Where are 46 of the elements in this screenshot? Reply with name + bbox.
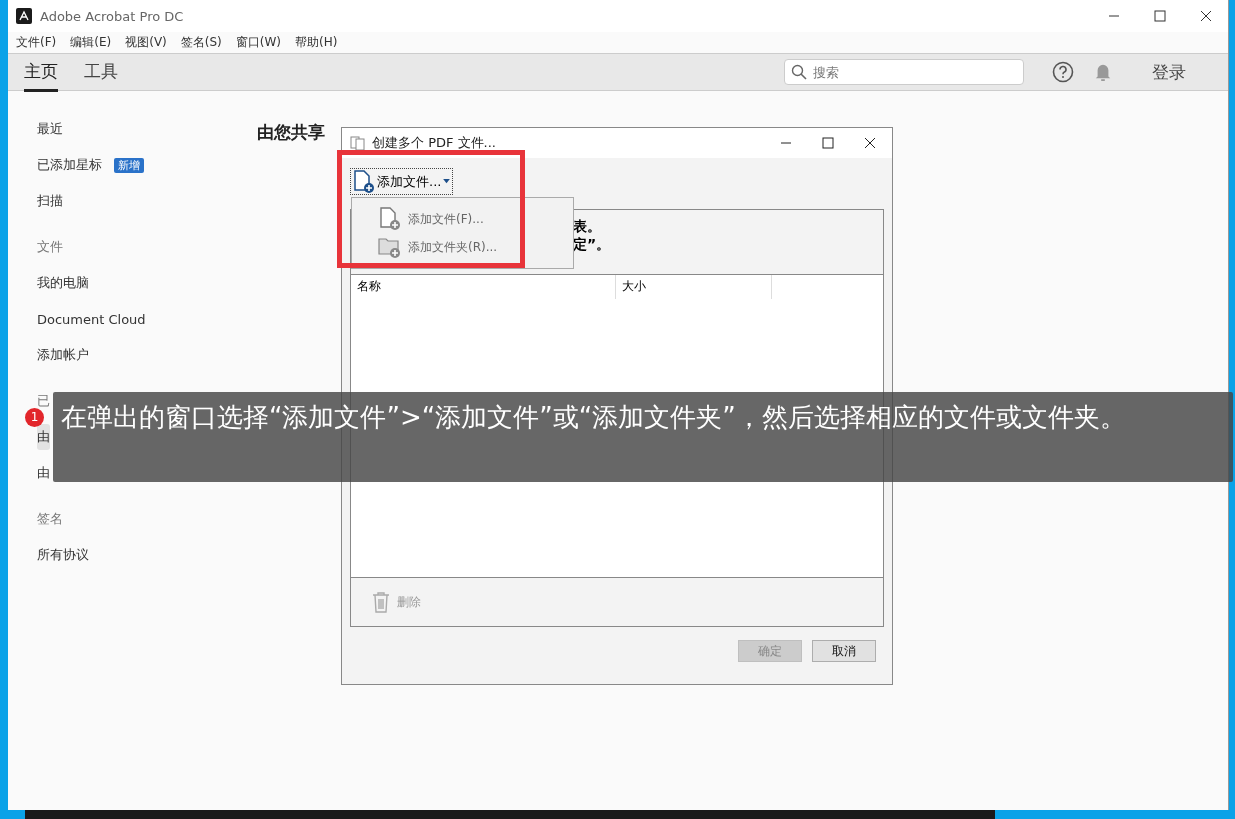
caret-icon [443,179,451,184]
sidebar-item[interactable]: Document Cloud [37,306,146,332]
dialog-button[interactable]: 取消 [812,640,876,662]
sidebar-item[interactable]: 扫描 [37,188,63,214]
sidebar-item[interactable]: 我的电脑 [37,270,89,296]
menu-item[interactable]: 添加文件夹(R)... [352,235,573,259]
close-icon[interactable] [1200,10,1212,22]
instruction-text: 定”。 [573,236,612,254]
menu-item[interactable]: 视图(V) [125,34,167,51]
menu-item[interactable]: 编辑(E) [70,34,112,51]
sidebar-section: 签名 [37,506,63,532]
sidebar-item[interactable]: 由 [37,460,50,486]
trash-icon [371,591,391,613]
callout-caption: 在弹出的窗口选择“添加文件”>“添加文件”或“添加文件夹”，然后选择相应的文件或文件夹。 [53,392,1233,482]
tab[interactable]: 工具 [84,52,118,92]
sign-in-link[interactable]: 登录 [1152,60,1186,84]
search-field[interactable]: 搜索 [784,59,1024,85]
search-input[interactable]: 搜索 [811,63,995,81]
window-title: Adobe Acrobat Pro DC [40,8,184,24]
sidebar-item[interactable]: 添加帐户 [37,342,89,368]
sidebar-item[interactable]: 所有协议 [37,542,89,568]
pdf-files-icon [350,135,366,151]
menu-item[interactable]: 窗口(W) [235,34,281,51]
instruction-text: 表。 [573,218,602,236]
sidebar-section: 文件 [37,234,63,260]
add-file-icon [378,207,402,231]
close-icon[interactable] [864,137,876,149]
new-badge: 新增 [114,157,144,173]
page-heading: 由您共享 [257,121,325,144]
menu-item[interactable]: 签名(S) [180,34,222,51]
app-logo-icon [16,8,32,24]
search-icon [791,64,807,80]
add-files-button[interactable]: 添加文件... [350,168,454,195]
sidebar-item[interactable]: 由 [37,424,50,450]
maximize-icon[interactable] [1154,10,1166,22]
menu-item[interactable]: 添加文件(F)... [352,207,573,231]
help-icon[interactable] [1052,61,1074,83]
sidebar-item[interactable]: 已添加星标 新增 [37,152,144,178]
sidebar-item[interactable]: 最近 [37,116,63,142]
menu-item[interactable]: 帮助(H) [295,34,338,51]
add-folder-icon [378,235,402,259]
tab[interactable]: 主页 [24,52,58,92]
dialog-title: 创建多个 PDF 文件... [372,134,496,152]
maximize-icon[interactable] [822,137,834,149]
add-file-icon [353,169,375,194]
menu-item[interactable]: 文件(F) [16,34,57,51]
